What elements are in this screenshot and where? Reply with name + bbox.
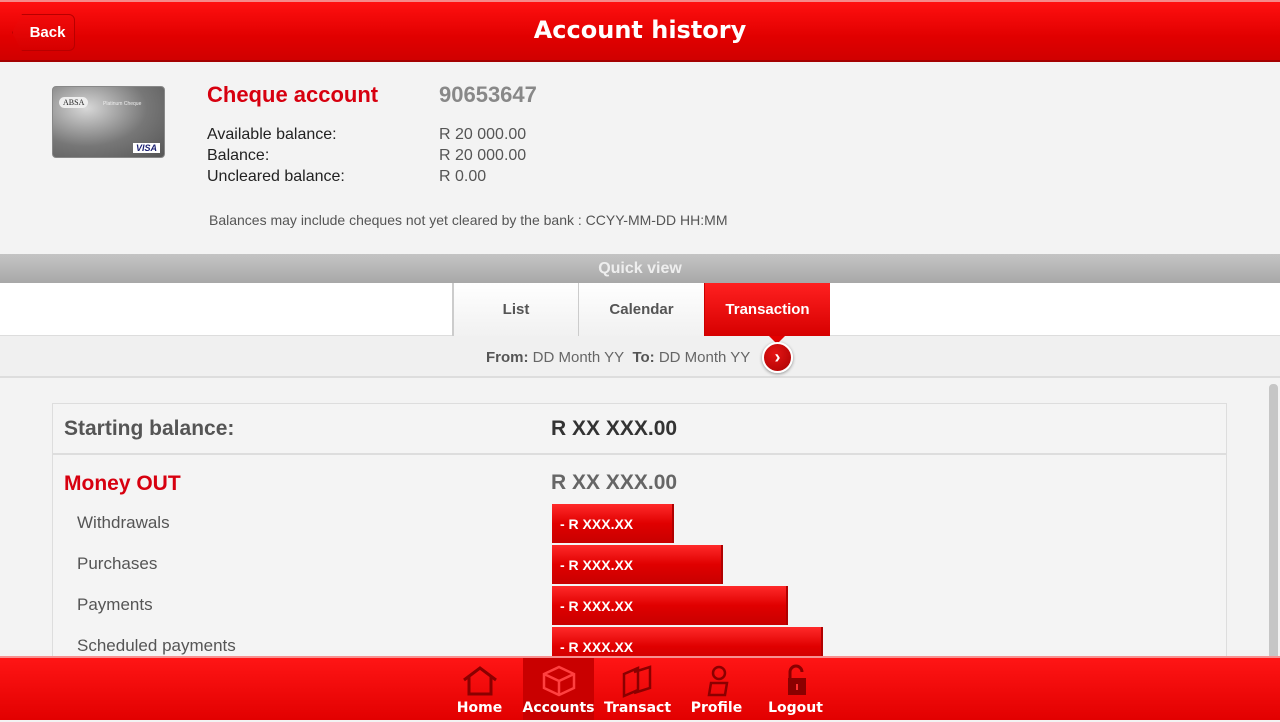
account-name: Cheque account [207, 82, 379, 107]
card-brand: ABSA [59, 97, 89, 108]
money-out-value: R XX XXX.00 [551, 471, 678, 494]
bottom-nav-bar: Home Accounts Transact Profile Logout [0, 656, 1280, 720]
card-image: ABSA Platinum Cheque VISA [52, 86, 165, 158]
from-date[interactable]: DD Month YY [533, 349, 624, 366]
purchases-bar[interactable]: - R XXX.XX [552, 545, 723, 584]
nav-logout[interactable]: Logout [760, 658, 831, 720]
nav-home[interactable]: Home [444, 658, 515, 720]
tab-calendar[interactable]: Calendar [578, 283, 704, 336]
purchases-label: Purchases [77, 554, 158, 573]
cube-icon [542, 665, 575, 697]
available-balance-label: Available balance: [207, 126, 337, 143]
nav-accounts-label: Accounts [522, 700, 595, 716]
visa-logo: VISA [132, 143, 160, 153]
nav-profile-label: Profile [690, 700, 743, 716]
tabs-area: List Calendar Transaction [0, 283, 1280, 336]
tab-list[interactable]: List [452, 283, 578, 336]
starting-balance-row: Starting balance: R XX XXX.00 [53, 404, 1226, 455]
chevron-right-icon: › [774, 347, 781, 367]
page-title: Account history [533, 16, 747, 44]
profile-icon [707, 665, 728, 697]
balance-value: R 20 000.00 [439, 147, 527, 164]
payments-bar[interactable]: - R XXX.XX [552, 586, 788, 625]
starting-balance-value: R XX XXX.00 [551, 417, 678, 440]
scheduled-payments-label: Scheduled payments [77, 636, 236, 655]
uncleared-balance-label: Uncleared balance: [207, 168, 345, 185]
withdrawals-label: Withdrawals [77, 513, 170, 532]
home-icon [462, 666, 497, 696]
date-range: From: DD Month YY To: DD Month YY [486, 349, 750, 366]
account-summary: ABSA Platinum Cheque VISA Cheque account… [0, 62, 1280, 254]
uncleared-balance-value: R 0.00 [439, 168, 487, 185]
to-label: To: [632, 349, 655, 366]
balance-label: Balance: [207, 147, 270, 164]
bottom-nav: Home Accounts Transact Profile Logout [444, 658, 839, 722]
nav-transact-label: Transact [603, 700, 672, 716]
available-balance-value: R 20 000.00 [439, 126, 527, 143]
nav-home-label: Home [456, 700, 503, 716]
card-type: Platinum Cheque [103, 101, 142, 107]
transaction-summary: Starting balance: R XX XXX.00 Money OUT … [52, 403, 1227, 683]
starting-balance-label: Starting balance: [64, 417, 235, 440]
tab-transaction[interactable]: Transaction [704, 283, 830, 336]
from-label: From: [486, 349, 529, 366]
balance-note: Balances may include cheques not yet cle… [209, 212, 728, 228]
payments-label: Payments [77, 595, 153, 614]
nav-accounts[interactable]: Accounts [522, 658, 595, 720]
date-range-row: From: DD Month YY To: DD Month YY › [0, 336, 1280, 378]
quick-view-header: Quick view [0, 254, 1280, 283]
header-bar: Back Account history [0, 0, 1280, 62]
money-out-label: Money OUT [64, 472, 181, 495]
padlock-icon [787, 664, 806, 695]
date-go-button[interactable]: › [762, 342, 793, 373]
nav-transact[interactable]: Transact [602, 658, 673, 720]
nav-profile[interactable]: Profile [681, 658, 752, 720]
view-tabs: List Calendar Transaction [452, 283, 830, 336]
nav-logout-label: Logout [768, 700, 823, 716]
to-date[interactable]: DD Month YY [659, 349, 750, 366]
transact-icon [622, 665, 651, 698]
withdrawals-bar[interactable]: - R XXX.XX [552, 504, 674, 543]
account-number: 90653647 [439, 82, 537, 107]
scrollbar[interactable] [1269, 384, 1278, 674]
